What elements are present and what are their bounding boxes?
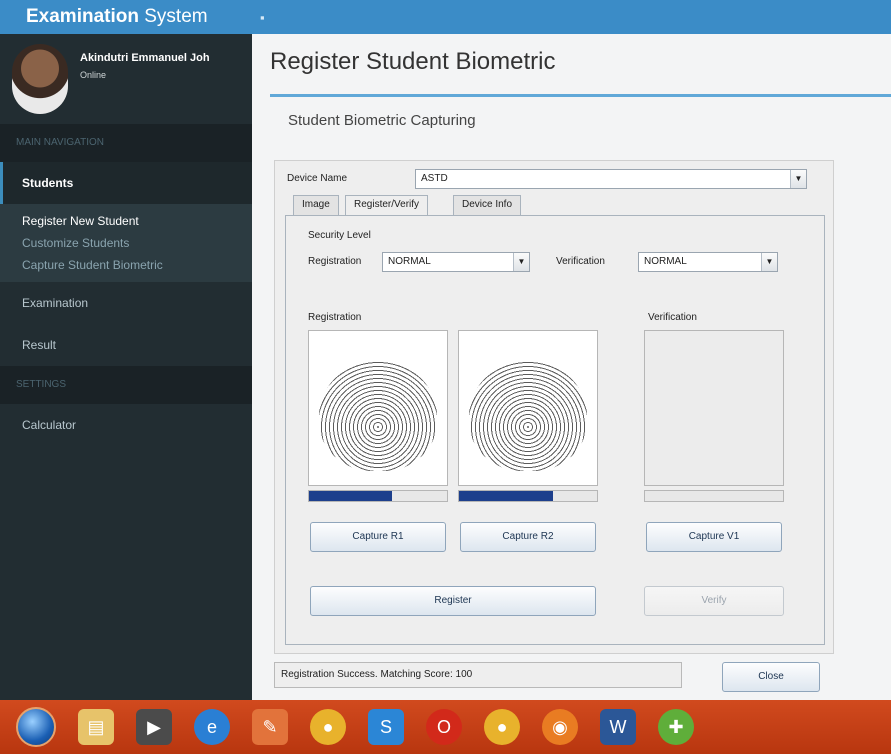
registration-level-select[interactable]: NORMAL ▼: [382, 252, 530, 272]
registration-level-value: NORMAL: [388, 256, 431, 267]
sidebar-item-result[interactable]: Result: [0, 324, 252, 366]
media-player-icon[interactable]: ▶: [136, 709, 172, 745]
brand-bold: Examination: [26, 6, 139, 27]
registration-section-label: Registration: [308, 312, 362, 323]
sidebar-item-calculator[interactable]: Calculator: [0, 404, 252, 446]
sidebar-item-examination[interactable]: Examination: [0, 282, 252, 324]
paint-icon[interactable]: ✎: [252, 709, 288, 745]
chevron-down-icon[interactable]: ▼: [761, 253, 777, 271]
app-logo[interactable]: Examination System: [0, 0, 252, 34]
app-icon[interactable]: ✚: [658, 709, 694, 745]
capture-v1-button[interactable]: Capture V1: [646, 522, 782, 552]
capture-r2-button[interactable]: Capture R2: [460, 522, 596, 552]
fingerprint-icon: [469, 361, 587, 471]
user-name: Akindutri Emmanuel Joh: [80, 52, 210, 64]
section-subtitle: Student Biometric Capturing: [288, 112, 476, 129]
sidebar: Akindutri Emmanuel Joh Online MAIN NAVIG…: [0, 34, 252, 700]
fingerprint-r2-image: [458, 330, 598, 486]
chrome-icon-2[interactable]: ●: [484, 709, 520, 745]
fingerprint-icon: [319, 361, 437, 471]
verification-level-value: NORMAL: [644, 256, 687, 267]
sidebar-item-customize-students[interactable]: Customize Students: [0, 232, 252, 254]
students-submenu: Register New Student Customize Students …: [0, 204, 252, 282]
device-name-label: Device Name: [287, 173, 348, 184]
firefox-icon[interactable]: ◉: [542, 709, 578, 745]
tab-register-verify[interactable]: Register/Verify: [345, 195, 429, 216]
verification-level-select[interactable]: NORMAL ▼: [638, 252, 778, 272]
progress-r1: [308, 490, 448, 502]
close-button[interactable]: Close: [722, 662, 820, 692]
registration-level-label: Registration: [308, 256, 362, 267]
tab-device-info[interactable]: Device Info: [453, 195, 522, 215]
security-level-label: Security Level: [308, 230, 371, 241]
title-divider: [270, 94, 891, 97]
device-name-select[interactable]: ASTD ▼: [415, 169, 807, 189]
user-status: Online: [80, 70, 107, 80]
windows-start-icon[interactable]: [16, 707, 56, 747]
device-name-value: ASTD: [421, 173, 448, 184]
progress-r2-fill: [459, 491, 553, 501]
fingerprint-v1-image: [644, 330, 784, 486]
chrome-icon[interactable]: ●: [310, 709, 346, 745]
capture-r1-button[interactable]: Capture R1: [310, 522, 446, 552]
brand-light: System: [138, 6, 208, 27]
progress-r2: [458, 490, 598, 502]
user-panel: Akindutri Emmanuel Joh Online: [0, 34, 252, 124]
tab-image[interactable]: Image: [293, 195, 339, 215]
sidebar-item-capture-student-biometric[interactable]: Capture Student Biometric: [0, 254, 252, 276]
internet-explorer-icon[interactable]: e: [194, 709, 230, 745]
verify-button[interactable]: Verify: [644, 586, 784, 616]
main-content: Register Student Biometric Student Biome…: [252, 34, 891, 700]
settings-header: SETTINGS: [0, 366, 252, 404]
menu-icon[interactable]: ▪: [260, 10, 265, 25]
progress-v1: [644, 490, 784, 502]
file-explorer-icon[interactable]: ▤: [78, 709, 114, 745]
opera-icon[interactable]: O: [426, 709, 462, 745]
top-navbar: Examination System ▪: [0, 0, 891, 34]
register-button[interactable]: Register: [310, 586, 596, 616]
status-message: Registration Success. Matching Score: 10…: [274, 662, 682, 688]
skype-icon[interactable]: S: [368, 709, 404, 745]
verification-level-label: Verification: [556, 256, 605, 267]
word-icon[interactable]: W: [600, 709, 636, 745]
biometric-panel: Device Name ASTD ▼ Image Register/Verify…: [274, 160, 834, 654]
progress-r1-fill: [309, 491, 392, 501]
chevron-down-icon[interactable]: ▼: [513, 253, 529, 271]
sidebar-item-students[interactable]: Students: [0, 162, 252, 204]
verification-section-label: Verification: [648, 312, 697, 323]
page-title: Register Student Biometric: [270, 48, 556, 75]
nav-header: MAIN NAVIGATION: [0, 124, 252, 162]
register-verify-tab-content: Security Level Registration NORMAL ▼ Ver…: [285, 215, 825, 645]
sidebar-item-register-new-student[interactable]: Register New Student: [0, 210, 252, 232]
windows-taskbar: ▤ ▶ e ✎ ● S O ● ◉ W ✚: [0, 700, 891, 754]
fingerprint-r1-image: [308, 330, 448, 486]
avatar: [12, 44, 68, 114]
chevron-down-icon[interactable]: ▼: [790, 170, 806, 188]
